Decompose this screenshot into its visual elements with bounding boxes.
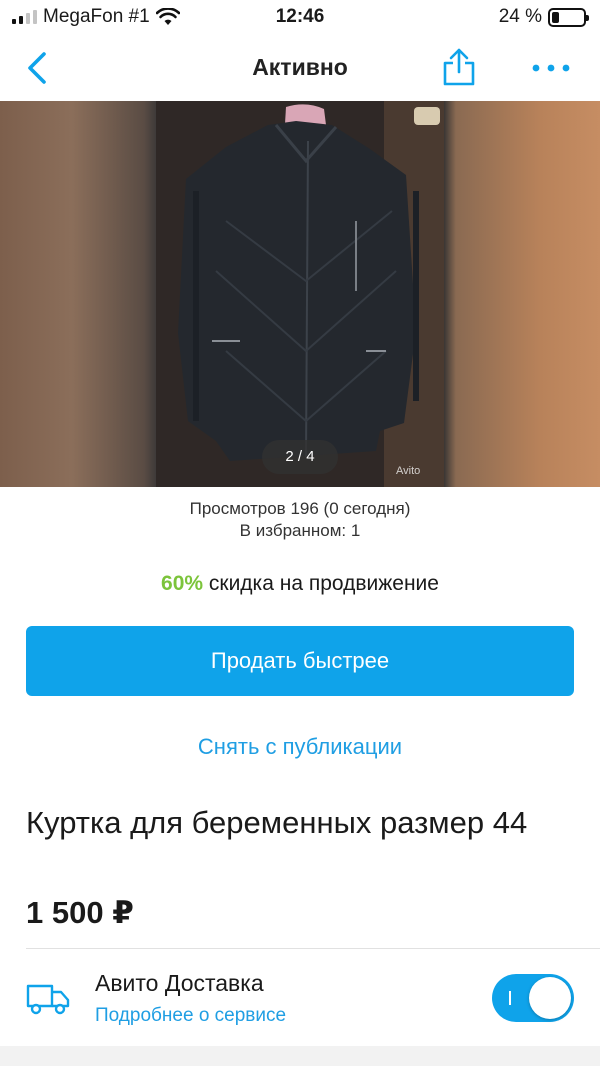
more-button[interactable] — [528, 50, 574, 86]
listing-price: 1 500 ₽ — [26, 895, 134, 930]
share-button[interactable] — [438, 46, 480, 88]
battery-percent: 24 % — [498, 6, 542, 27]
delivery-row: Авито Доставка Подробнее о сервисе — [0, 960, 600, 1042]
views-count: Просмотров 196 (0 сегодня) — [189, 499, 411, 518]
status-bar: MegaFon #1 12:46 24 % — [0, 0, 600, 36]
photo-watermark: Avito — [396, 465, 421, 477]
status-right: 24 % — [498, 6, 589, 28]
share-icon — [443, 48, 475, 86]
page-title: Активно — [252, 54, 348, 80]
promo-percent: 60% — [161, 572, 204, 595]
listing-title: Куртка для беременных размер 44 — [26, 805, 528, 840]
favorites-count: В избранном: 1 — [239, 521, 361, 540]
promo-text: 60% скидка на продвижение — [0, 572, 600, 596]
truck-icon — [26, 984, 70, 1015]
photo-main — [156, 101, 444, 487]
delivery-toggle[interactable] — [492, 974, 574, 1022]
nav-bar: Активно — [0, 36, 600, 100]
toggle-knob — [529, 977, 571, 1019]
battery-level — [552, 11, 560, 23]
sell-faster-button[interactable]: Продать быстрее — [26, 626, 574, 696]
delivery-title: Авито Доставка — [95, 970, 264, 996]
promo-label: скидка на продвижение — [203, 572, 439, 595]
toggle-on-indicator — [509, 991, 511, 1005]
delivery-info-link[interactable]: Подробнее о сервисе — [95, 1005, 286, 1027]
bottom-strip — [0, 1046, 600, 1066]
photo-counter: 2 / 4 — [262, 440, 338, 474]
listing-photo[interactable]: 2 / 4 Avito — [0, 101, 600, 487]
listing-stats: Просмотров 196 (0 сегодня) В избранном: … — [0, 498, 600, 542]
battery-icon — [548, 7, 589, 27]
unpublish-button[interactable]: Снять с публикации — [0, 734, 600, 760]
divider — [26, 948, 600, 949]
more-dots-icon — [532, 64, 570, 72]
jacket-image — [156, 101, 444, 487]
